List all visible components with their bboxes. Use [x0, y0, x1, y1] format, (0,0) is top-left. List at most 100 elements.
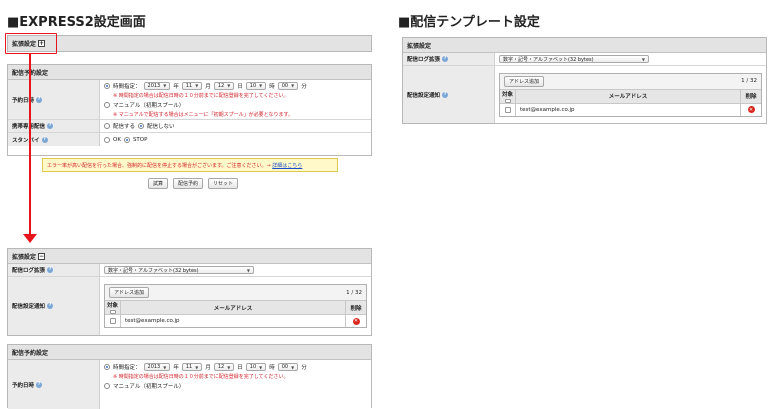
ext-settings-header-expanded: 拡張設定 −	[8, 249, 371, 264]
collapse-icon[interactable]: −	[38, 252, 46, 260]
hour-select[interactable]: 10 ▼	[245, 81, 267, 90]
day-select[interactable]: 12 ▼	[213, 81, 235, 90]
template-add-address-button[interactable]: アドレス追加	[504, 75, 545, 87]
row-select-cell	[105, 315, 121, 327]
manual-radio[interactable]	[104, 101, 110, 108]
template-notify-label: 配信設定通知?	[403, 66, 495, 123]
datetime-row-bottom: 予約日時? 時間指定： 2013 ▼ 年 11 ▼ 月 12 ▼ 日 10 ▼ 時 00 ▼ 分 ※…	[8, 360, 371, 409]
template-address-table-header: 対象 メールアドレス 削除	[500, 89, 761, 104]
select-all-checkbox[interactable]	[109, 310, 116, 314]
minute-value-bottom: 00	[281, 364, 289, 370]
schedule-panel: 配信予約設定 予約日時? 時間指定： 2013▼年 11▼月 12▼日 10▼時…	[7, 64, 372, 156]
standby-row: スタンバイ? OK STOP	[8, 133, 371, 146]
ext-settings-expanded-panel: 拡張設定 − 配信ログ拡張? 数字・記号・アルファベット(32 bytes) ▼ …	[7, 248, 372, 336]
schedule-panel-bottom: 配信予約設定 予約日時? 時間指定： 2013 ▼ 年 11 ▼ 月 12 ▼ 日 10 ▼ 時…	[7, 344, 372, 409]
standby-content: OK STOP	[100, 133, 371, 146]
minute-unit: 分	[301, 83, 307, 90]
reset-button[interactable]: リセット	[208, 178, 239, 189]
mobile-row: 携帯専用配信? 配信する 配信しない	[8, 120, 371, 133]
help-icon[interactable]: ?	[41, 136, 48, 143]
schedule-header-label-bottom: 配信予約設定	[12, 349, 49, 357]
standby-stop-radio[interactable]	[123, 136, 130, 143]
log-ext-select[interactable]: 数字・記号・アルファベット(32 bytes) ▼	[104, 266, 254, 274]
mobile-label: 携帯専用配信?	[8, 120, 100, 132]
time-note: ※ 時間指定の場合は配信日時の１０分前までに配信登録を完了してください。	[113, 92, 289, 99]
minute-unit-bottom: 分	[301, 365, 307, 371]
template-target-column-header: 対象	[500, 89, 516, 103]
template-delete-column-header: 削除	[745, 94, 757, 100]
template-ext-header: 拡張設定	[403, 38, 766, 53]
hour-value-bottom: 10	[249, 364, 257, 370]
time-spec-radio-bottom[interactable]	[104, 364, 110, 370]
month-unit: 月	[205, 83, 211, 90]
day-select-bottom[interactable]: 12 ▼	[213, 363, 235, 371]
template-log-ext-value: 数字・記号・アルファベット(32 bytes)	[503, 56, 594, 63]
template-address-toolbar: アドレス追加 1 / 32	[500, 73, 761, 90]
template-mail-column-header: メールアドレス	[516, 89, 741, 103]
ext-settings-collapsed-panel: 拡張設定 +	[7, 35, 372, 52]
mobile-nosend-radio[interactable]	[138, 123, 145, 129]
mobile-send-radio[interactable]	[104, 123, 110, 129]
template-select-all-checkbox[interactable]	[504, 98, 511, 103]
help-icon[interactable]: ?	[442, 91, 449, 98]
select-arrow-icon: ▼	[163, 83, 167, 88]
select-arrow-icon: ▼	[641, 56, 645, 62]
hour-unit: 時	[269, 83, 275, 90]
month-select-bottom[interactable]: 11 ▼	[181, 363, 203, 371]
help-icon[interactable]: ?	[47, 267, 54, 273]
add-address-button[interactable]: アドレス追加	[109, 287, 150, 298]
template-delete-cell: ✕	[741, 104, 761, 116]
minute-select-bottom[interactable]: 00 ▼	[277, 363, 299, 371]
log-ext-content: 数字・記号・アルファベット(32 bytes) ▼	[100, 264, 371, 276]
datetime-label-text-bottom: 予約日時	[12, 382, 35, 389]
help-icon[interactable]: ?	[36, 381, 43, 388]
template-target-header-label: 対象	[501, 91, 513, 98]
template-log-ext-select[interactable]: 数字・記号・アルファベット(32 bytes) ▼	[499, 55, 649, 63]
month-select[interactable]: 11 ▼	[181, 81, 203, 90]
help-icon[interactable]: ?	[47, 303, 54, 309]
highlight-box	[5, 33, 57, 54]
datetime-content-bottom: 時間指定： 2013 ▼ 年 11 ▼ 月 12 ▼ 日 10 ▼ 時 00 ▼ 分 ※ 時間指定の…	[100, 360, 371, 409]
template-notify-label-text: 配信設定通知	[407, 92, 441, 99]
day-unit: 日	[237, 83, 243, 90]
minute-value: 00	[281, 82, 289, 89]
warning-detail-link[interactable]: 詳細はこちら	[272, 163, 302, 169]
template-email-cell: test@example.co.jp	[516, 103, 741, 116]
test-button[interactable]: 試算	[148, 178, 169, 189]
mobile-nosend-label: 配信しない	[147, 124, 175, 130]
help-icon[interactable]: ?	[36, 96, 43, 103]
datetime-label-bottom: 予約日時?	[8, 360, 100, 409]
select-arrow-icon: ▼	[291, 364, 295, 370]
standby-ok-radio[interactable]	[104, 136, 110, 143]
log-ext-label: 配信ログ拡張?	[8, 264, 100, 276]
help-icon[interactable]: ?	[442, 56, 449, 62]
table-row: test@example.co.jp ✕	[105, 315, 366, 327]
template-ext-label: 拡張設定	[407, 42, 432, 50]
template-row-checkbox[interactable]	[504, 106, 511, 113]
time-spec-line-bottom: 時間指定： 2013 ▼ 年 11 ▼ 月 12 ▼ 日 10 ▼ 時 00 ▼ 分	[104, 363, 367, 371]
help-icon[interactable]: ?	[47, 123, 54, 129]
select-arrow-icon: ▼	[195, 83, 199, 88]
manual-radio-bottom[interactable]	[104, 383, 110, 389]
delete-icon[interactable]: ✕	[747, 106, 755, 113]
mail-column-header: メールアドレス	[121, 301, 346, 314]
delete-icon[interactable]: ✕	[352, 317, 360, 325]
hour-select-bottom[interactable]: 10 ▼	[245, 363, 267, 371]
day-value-bottom: 12	[217, 364, 225, 370]
template-log-ext-label: 配信ログ拡張?	[403, 53, 495, 65]
time-spec-radio[interactable]	[104, 82, 110, 89]
year-select[interactable]: 2013 ▼	[143, 81, 171, 90]
address-table-header: 対象 メールアドレス 削除	[105, 301, 366, 315]
year-select-bottom[interactable]: 2013 ▼	[143, 363, 171, 371]
datetime-row: 予約日時? 時間指定： 2013 ▼ 年 11 ▼ 月 12 ▼ 日 10 ▼ 時 00 ▼ 分 ※…	[8, 80, 371, 120]
target-column-header: 対象	[105, 301, 121, 314]
target-header-label: 対象	[106, 303, 118, 309]
hour-value: 10	[249, 82, 257, 89]
reserve-button[interactable]: 配信予約	[173, 178, 204, 189]
arrow-shaft	[29, 54, 31, 236]
row-checkbox[interactable]	[109, 318, 116, 324]
select-arrow-icon: ▼	[227, 364, 231, 370]
address-table: アドレス追加 1 / 32 対象 メールアドレス 削除 test@example…	[104, 284, 367, 328]
template-address-table: アドレス追加 1 / 32 対象 メールアドレス 削除 test@example…	[499, 72, 762, 117]
minute-select[interactable]: 00 ▼	[277, 81, 299, 90]
